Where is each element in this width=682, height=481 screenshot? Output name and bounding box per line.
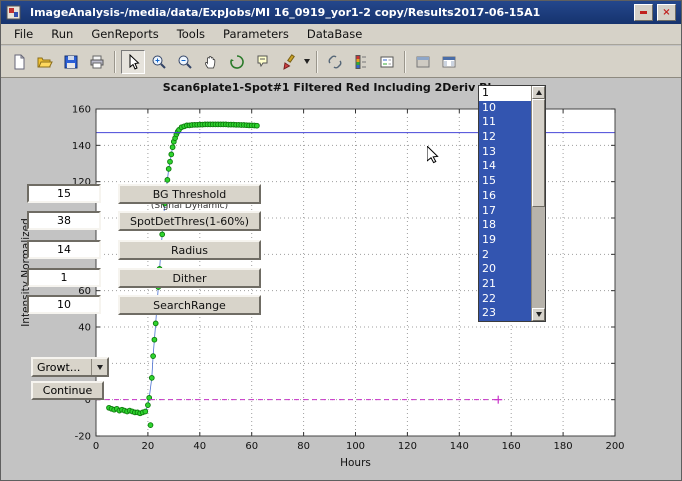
growth-dropdown[interactable]: Growt... — [31, 357, 109, 377]
continue-button[interactable]: Continue — [31, 381, 104, 400]
data-cursor-icon[interactable] — [251, 50, 275, 74]
toolbar — [1, 46, 681, 78]
save-figure-icon[interactable] — [59, 50, 83, 74]
window-title: ImageAnalysis-/media/data/ExpJobs/MI 16_… — [30, 6, 630, 19]
app-window: ImageAnalysis-/media/data/ExpJobs/MI 16_… — [0, 0, 682, 481]
growth-dropdown-value: Growt... — [33, 361, 91, 374]
param-input-dither[interactable] — [27, 268, 101, 287]
menu-item-genreports[interactable]: GenReports — [82, 24, 167, 44]
svg-text:180: 180 — [554, 441, 573, 452]
param-input-radius[interactable] — [27, 240, 101, 259]
list-item-1[interactable]: 1 — [479, 86, 531, 101]
menu-item-tools[interactable]: Tools — [168, 24, 214, 44]
list-item-13[interactable]: 13 — [479, 145, 531, 160]
list-item-2[interactable]: 2 — [479, 248, 531, 263]
menu-item-database[interactable]: DataBase — [298, 24, 371, 44]
list-item-22[interactable]: 22 — [479, 292, 531, 307]
menu-item-file[interactable]: File — [5, 24, 42, 44]
svg-text:100: 100 — [346, 441, 365, 452]
svg-text:120: 120 — [398, 441, 417, 452]
list-item-20[interactable]: 20 — [479, 262, 531, 277]
shade-icon — [640, 11, 647, 14]
svg-text:140: 140 — [72, 141, 91, 152]
list-item-16[interactable]: 16 — [479, 189, 531, 204]
figure-area: 020406080100120140160180200-200204060801… — [1, 78, 682, 481]
list-item-19[interactable]: 19 — [479, 233, 531, 248]
toolbar-separator — [316, 51, 318, 73]
param-button-search-range[interactable]: SearchRange — [118, 295, 261, 315]
insert-legend-icon[interactable] — [375, 50, 399, 74]
spot-listbox: 110111213141516171819220212223 — [478, 85, 546, 322]
svg-text:80: 80 — [297, 441, 310, 452]
plot-title: Scan6plate1-Spot#1 Filtered Red Includin… — [163, 81, 492, 94]
x-axis-label: Hours — [340, 457, 371, 469]
print-figure-icon[interactable] — [85, 50, 109, 74]
param-button-spot-det-thres[interactable]: SpotDetThres(1-60%) — [118, 211, 261, 231]
title-bar: ImageAnalysis-/media/data/ExpJobs/MI 16_… — [1, 1, 681, 24]
param-button-bg-threshold[interactable]: BG Threshold — [118, 184, 261, 204]
param-input-search-range[interactable] — [27, 295, 101, 314]
scroll-up-icon[interactable] — [532, 86, 545, 99]
param-input-bg-threshold[interactable] — [27, 184, 101, 203]
svg-text:20: 20 — [142, 441, 155, 452]
brush-menu-caret-icon[interactable] — [302, 51, 312, 73]
rotate-3d-icon[interactable] — [225, 50, 249, 74]
scrollbar-thumb[interactable] — [532, 99, 545, 207]
hide-plot-tools-icon[interactable] — [411, 50, 435, 74]
new-figure-icon[interactable] — [7, 50, 31, 74]
menu-item-run[interactable]: Run — [42, 24, 82, 44]
insert-colorbar-icon[interactable] — [349, 50, 373, 74]
svg-text:0: 0 — [93, 441, 99, 452]
param-button-radius[interactable]: Radius — [118, 240, 261, 260]
scroll-down-icon[interactable] — [532, 308, 545, 321]
zoom-in-icon[interactable] — [147, 50, 171, 74]
shade-button[interactable] — [634, 4, 653, 21]
close-icon: × — [662, 6, 670, 19]
svg-text:60: 60 — [245, 441, 258, 452]
zoom-out-icon[interactable] — [173, 50, 197, 74]
list-item-21[interactable]: 21 — [479, 277, 531, 292]
show-plot-tools-icon[interactable] — [437, 50, 461, 74]
svg-text:40: 40 — [78, 323, 91, 334]
svg-text:160: 160 — [502, 441, 521, 452]
pan-icon[interactable] — [199, 50, 223, 74]
app-icon — [6, 5, 21, 20]
list-item-17[interactable]: 17 — [479, 204, 531, 219]
link-data-icon[interactable] — [323, 50, 347, 74]
menu-item-parameters[interactable]: Parameters — [214, 24, 298, 44]
toolbar-separator — [114, 51, 116, 73]
svg-text:40: 40 — [193, 441, 206, 452]
mouse-cursor — [427, 146, 441, 166]
pointer-icon[interactable] — [121, 50, 145, 74]
list-item-10[interactable]: 10 — [479, 101, 531, 116]
list-item-11[interactable]: 11 — [479, 115, 531, 130]
list-item-14[interactable]: 14 — [479, 159, 531, 174]
param-input-spot-det-thres[interactable] — [27, 211, 101, 230]
toolbar-separator — [404, 51, 406, 73]
param-button-dither[interactable]: Dither — [118, 268, 261, 288]
list-item-18[interactable]: 18 — [479, 218, 531, 233]
svg-text:160: 160 — [72, 105, 91, 116]
open-file-icon[interactable] — [33, 50, 57, 74]
svg-text:200: 200 — [605, 441, 624, 452]
close-button[interactable]: × — [657, 4, 676, 21]
list-item-12[interactable]: 12 — [479, 130, 531, 145]
menu-bar: FileRunGenReportsToolsParametersDataBase — [1, 24, 681, 45]
listbox-scrollbar[interactable] — [531, 86, 545, 321]
svg-text:140: 140 — [450, 441, 469, 452]
chevron-down-icon[interactable] — [91, 359, 107, 375]
list-item-15[interactable]: 15 — [479, 174, 531, 189]
plot-canvas[interactable]: 020406080100120140160180200-200204060801… — [1, 78, 682, 481]
scrollbar-track[interactable] — [532, 99, 545, 308]
list-item-23[interactable]: 23 — [479, 306, 531, 321]
svg-text:-20: -20 — [75, 432, 91, 443]
listbox-items: 110111213141516171819220212223 — [479, 86, 531, 321]
brush-icon[interactable] — [277, 50, 301, 74]
